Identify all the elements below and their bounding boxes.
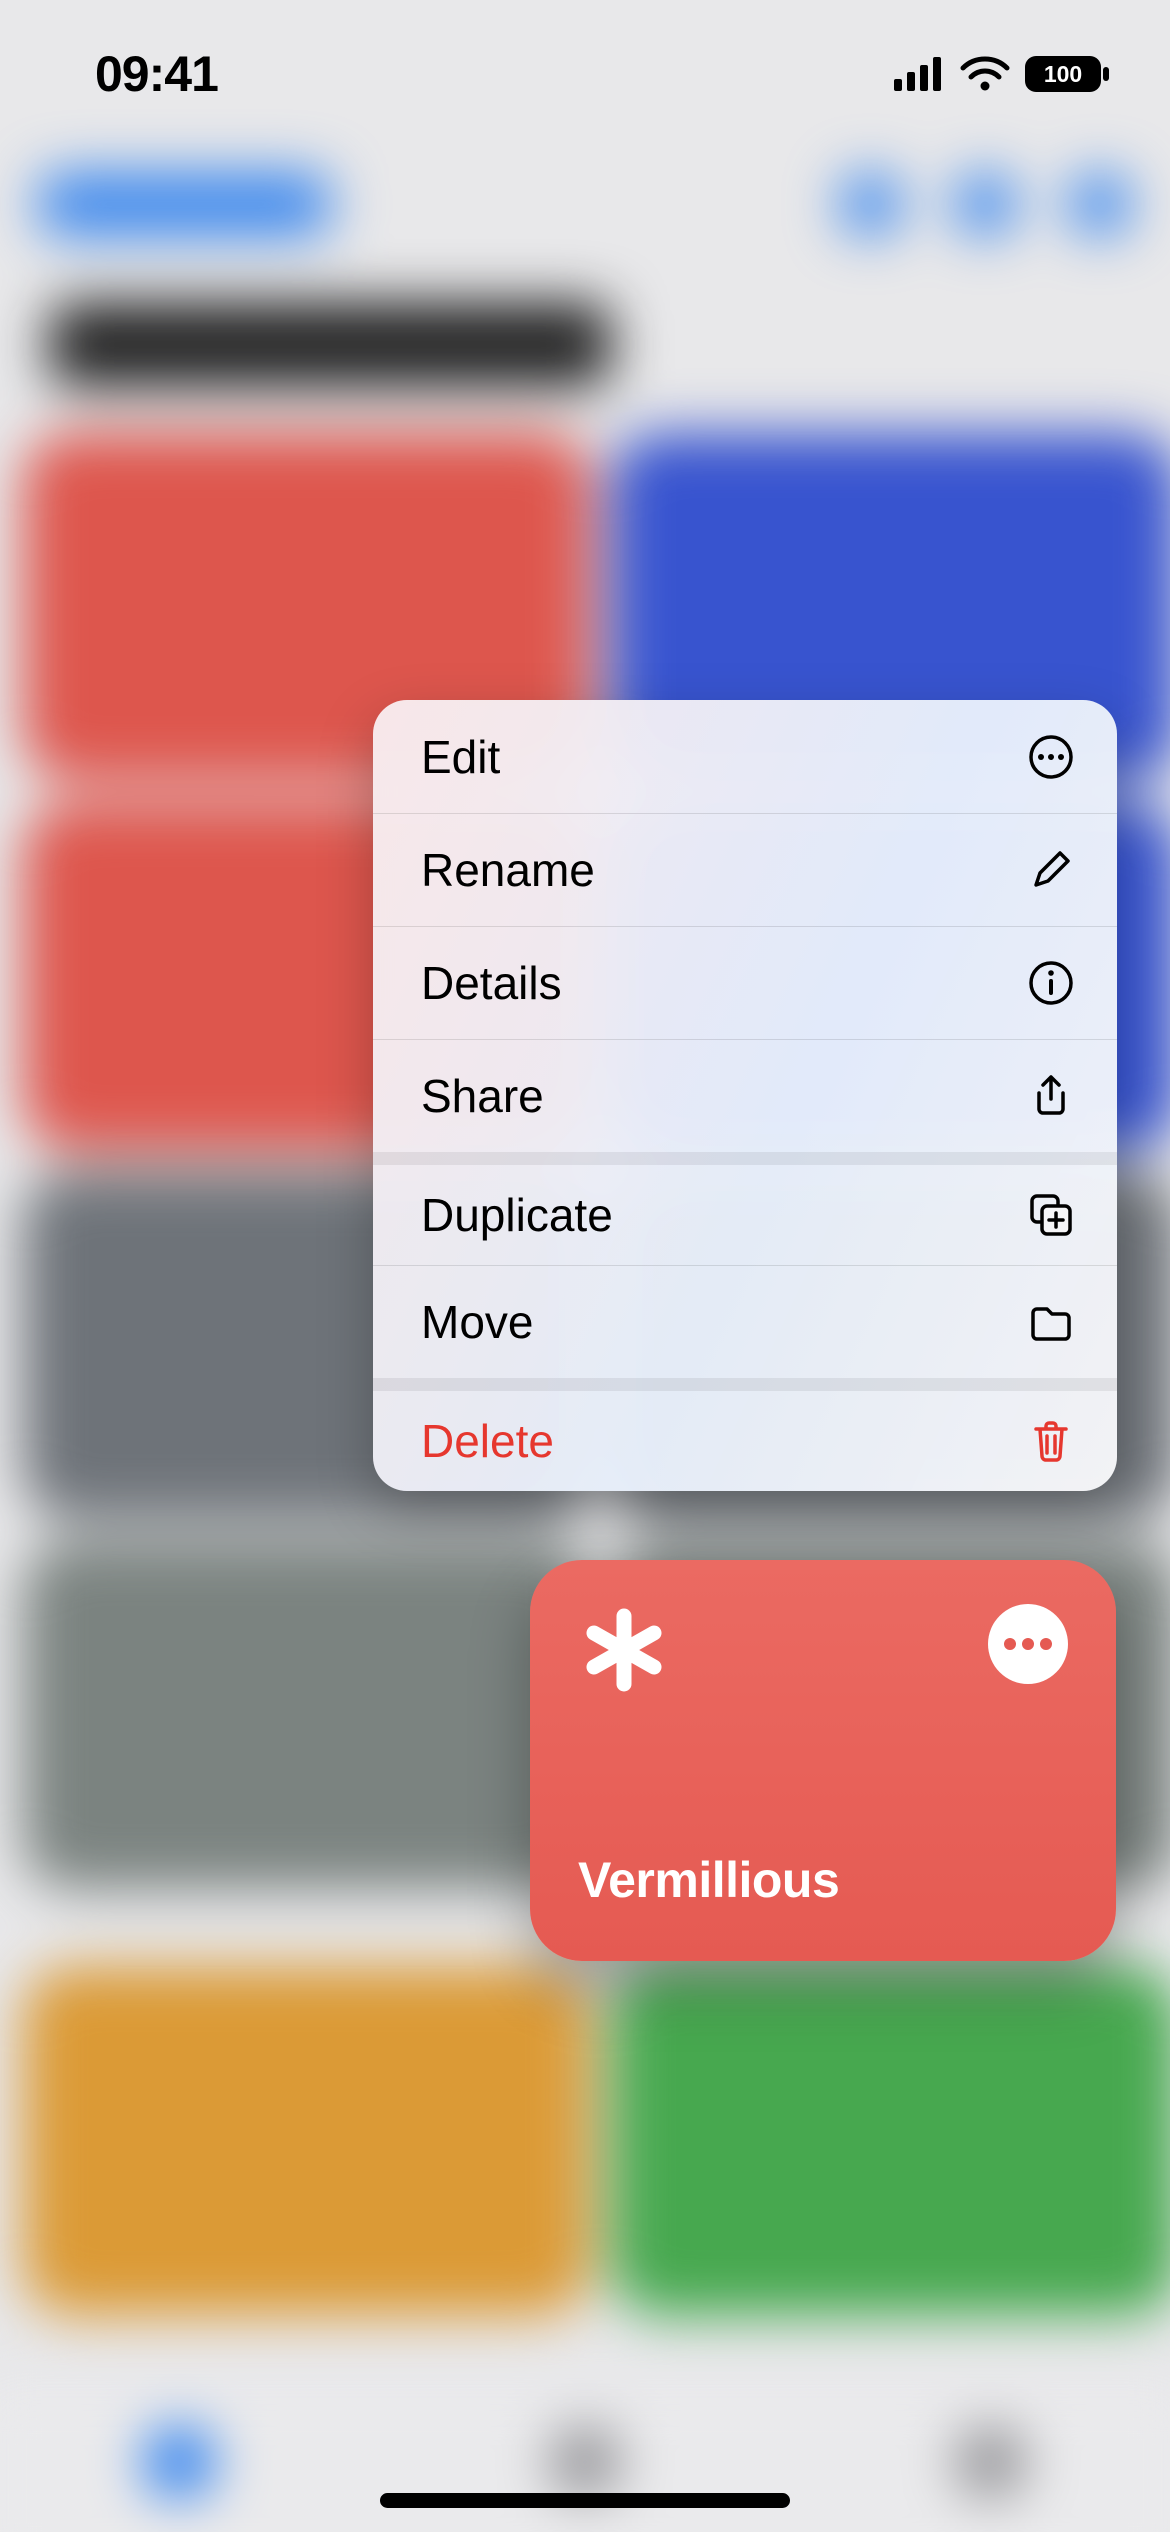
menu-item-label: Delete	[421, 1414, 554, 1468]
menu-item-label: Move	[421, 1295, 533, 1349]
trash-icon	[1027, 1417, 1075, 1465]
menu-delete[interactable]: Delete	[373, 1378, 1117, 1491]
status-bar: 09:41 100	[0, 0, 1170, 120]
svg-text:100: 100	[1044, 61, 1082, 87]
menu-item-label: Details	[421, 956, 562, 1010]
medical-asterisk-icon	[578, 1604, 670, 1701]
menu-rename[interactable]: Rename	[373, 813, 1117, 926]
status-time: 09:41	[95, 45, 218, 103]
menu-item-label: Duplicate	[421, 1188, 613, 1242]
menu-item-label: Edit	[421, 730, 500, 784]
home-indicator[interactable]	[380, 2493, 790, 2508]
share-icon	[1027, 1072, 1075, 1120]
menu-share[interactable]: Share	[373, 1039, 1117, 1152]
battery-icon: 100	[1024, 55, 1110, 93]
page-title-blur	[49, 303, 611, 386]
menu-item-label: Share	[421, 1069, 544, 1123]
shortcut-name: Vermillious	[578, 1851, 1068, 1917]
menu-move[interactable]: Move	[373, 1265, 1117, 1378]
pencil-icon	[1027, 846, 1075, 894]
menu-item-label: Rename	[421, 843, 595, 897]
folder-icon	[1027, 1298, 1075, 1346]
context-menu: Edit Rename Details Share Duplicate Move	[373, 700, 1117, 1491]
info-circle-icon	[1027, 959, 1075, 1007]
wifi-icon	[960, 56, 1010, 92]
cellular-signal-icon	[894, 57, 946, 91]
shortcut-tile[interactable]: Vermillious	[530, 1560, 1116, 1961]
tile-more-button[interactable]	[988, 1604, 1068, 1684]
menu-details[interactable]: Details	[373, 926, 1117, 1039]
ellipsis-circle-icon	[1027, 733, 1075, 781]
menu-edit[interactable]: Edit	[373, 700, 1117, 813]
plus-square-on-square-icon	[1027, 1191, 1075, 1239]
menu-duplicate[interactable]: Duplicate	[373, 1152, 1117, 1265]
